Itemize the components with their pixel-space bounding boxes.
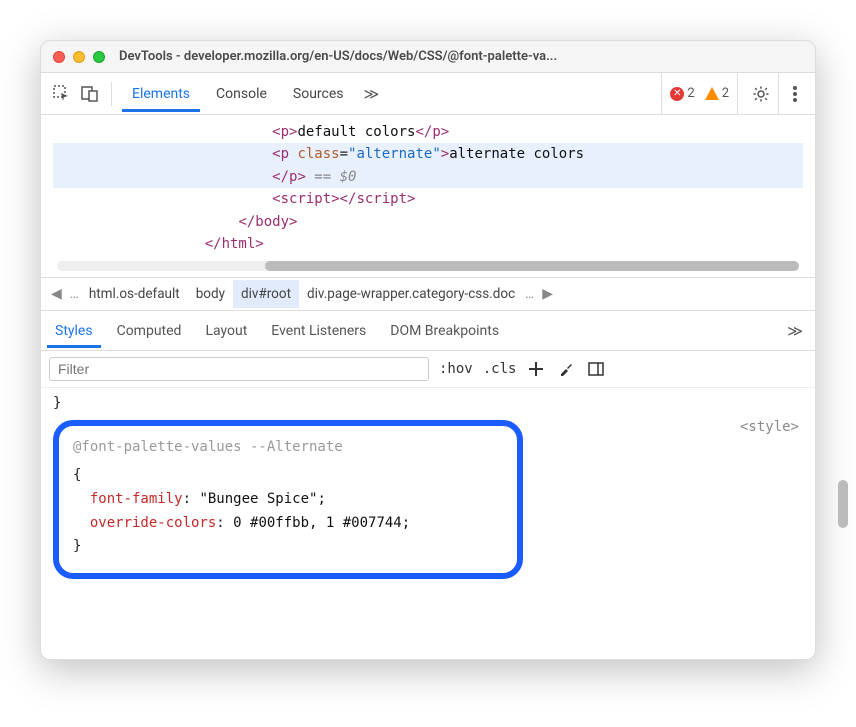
settings-button[interactable] [744, 73, 779, 114]
error-count: 2 [687, 86, 694, 101]
more-menu-button[interactable] [785, 73, 805, 114]
dom-line[interactable]: <p class="alternate">alternate colors [53, 143, 803, 165]
tab-computed[interactable]: Computed [109, 314, 190, 348]
tab-event-listeners[interactable]: Event Listeners [263, 314, 374, 348]
styles-filter-input[interactable] [49, 357, 429, 381]
warning-badge[interactable]: 2 [705, 86, 729, 101]
dom-tree-panel[interactable]: <p>default colors</p> <p class="alternat… [41, 115, 815, 277]
error-badge[interactable]: ✕ 2 [670, 86, 694, 101]
dom-line[interactable]: <p>default colors</p> [53, 121, 803, 143]
device-toggle-icon[interactable] [79, 83, 101, 105]
main-toolbar: Elements Console Sources ≫ ✕ 2 2 [41, 73, 815, 115]
breadcrumb-overflow-left[interactable]: … [68, 286, 81, 302]
tab-sources[interactable]: Sources [283, 76, 354, 112]
cls-toggle[interactable]: .cls [483, 361, 517, 377]
window-title: DevTools - developer.mozilla.org/en-US/d… [119, 49, 557, 64]
warning-icon [705, 87, 719, 100]
gear-icon [752, 85, 770, 103]
rule-brace-open: { [73, 464, 503, 488]
more-tabs-icon[interactable]: ≫ [360, 85, 384, 103]
minimize-icon[interactable] [73, 51, 85, 63]
tab-console[interactable]: Console [206, 76, 277, 112]
dom-line[interactable]: </body> [53, 211, 803, 233]
traffic-lights [53, 51, 105, 63]
tab-dom-breakpoints[interactable]: DOM Breakpoints [382, 314, 507, 348]
hov-toggle[interactable]: :hov [439, 361, 473, 377]
breadcrumb-next-icon[interactable]: ▶ [536, 286, 559, 302]
tab-layout[interactable]: Layout [197, 314, 255, 348]
tab-elements[interactable]: Elements [122, 76, 200, 112]
css-declaration[interactable]: font-family: "Bungee Spice"; [73, 488, 503, 512]
maximize-icon[interactable] [93, 51, 105, 63]
dom-line[interactable]: </p> == $0 [53, 166, 803, 188]
vertical-scrollbar[interactable] [838, 480, 848, 528]
breadcrumb-bar: ◀ … html.os-defaultbodydiv#rootdiv.page-… [41, 277, 815, 311]
issue-badges[interactable]: ✕ 2 2 [661, 73, 738, 114]
styles-body[interactable]: } <style> @font-palette-values --Alterna… [41, 388, 815, 659]
dom-line[interactable]: <script></script> [53, 188, 803, 210]
breadcrumb-prev-icon[interactable]: ◀ [45, 286, 68, 302]
style-source-link[interactable]: <style> [740, 416, 799, 440]
brush-icon[interactable] [556, 359, 576, 379]
new-rule-icon[interactable] [526, 359, 546, 379]
highlighted-rule: @font-palette-values --Alternate { font-… [53, 420, 523, 579]
breadcrumb-item[interactable]: div.page-wrapper.category-css.doc [299, 280, 523, 308]
select-element-icon[interactable] [51, 83, 73, 105]
kebab-icon [793, 86, 797, 102]
breadcrumb-item[interactable]: div#root [233, 280, 299, 308]
rule-selector[interactable]: @font-palette-values --Alternate [73, 436, 503, 460]
rule-brace-close-prev: } [53, 392, 803, 416]
breadcrumb-item[interactable]: body [188, 280, 233, 308]
rule-brace-close: } [73, 535, 503, 559]
more-style-tabs-icon[interactable]: ≫ [781, 322, 809, 340]
breadcrumb-item[interactable]: html.os-default [81, 280, 188, 308]
dom-line[interactable]: </html> [53, 233, 803, 255]
css-declaration[interactable]: override-colors: 0 #00ffbb, 1 #007744; [73, 512, 503, 536]
devtools-window: DevTools - developer.mozilla.org/en-US/d… [40, 40, 816, 660]
tab-styles[interactable]: Styles [47, 314, 101, 348]
titlebar: DevTools - developer.mozilla.org/en-US/d… [41, 41, 815, 73]
styles-sub-tabs: Styles Computed Layout Event Listeners D… [41, 311, 815, 351]
breadcrumb-overflow-right[interactable]: … [523, 286, 536, 302]
warning-count: 2 [722, 86, 729, 101]
toggle-pane-icon[interactable] [586, 359, 606, 379]
error-icon: ✕ [670, 87, 684, 101]
styles-toolbar: :hov .cls [41, 351, 815, 388]
horizontal-scrollbar[interactable] [57, 261, 799, 271]
close-icon[interactable] [53, 51, 65, 63]
